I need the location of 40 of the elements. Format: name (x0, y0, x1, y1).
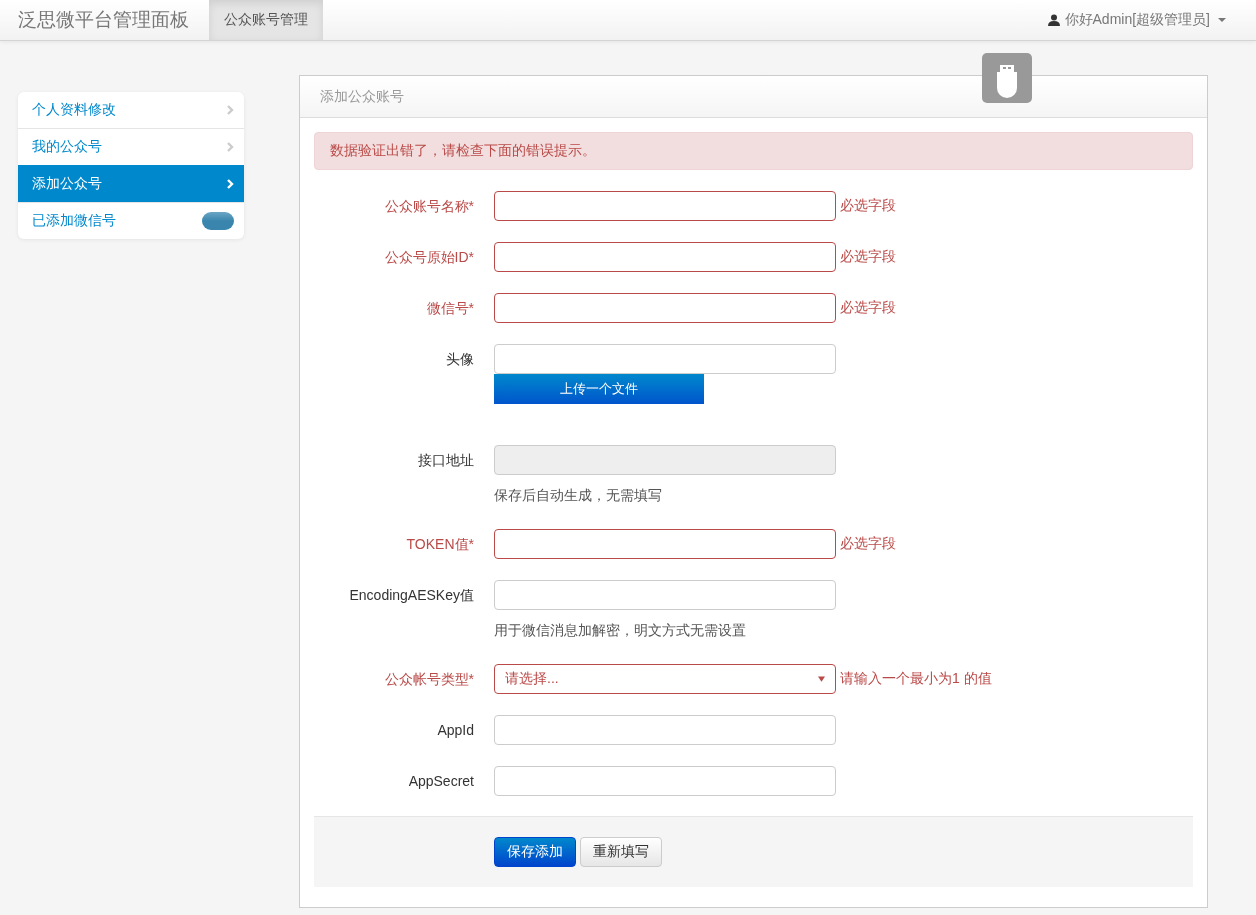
panel-title: 添加公众账号 (320, 87, 404, 106)
field-label: 公众帐号类型* (383, 670, 474, 689)
error-message: 必选字段 (840, 299, 896, 317)
brand-title[interactable]: 泛思微平台管理面板 (0, 0, 209, 40)
error-message: 必选字段 (840, 197, 896, 215)
chevron-right-icon (227, 179, 234, 189)
field-label: 公众账号名称* (383, 197, 474, 216)
error-message: 请输入一个最小为1 的值 (840, 670, 992, 688)
input-field[interactable] (494, 191, 836, 221)
user-menu[interactable]: 你好Admin[超级管理员] (1047, 0, 1256, 40)
dropdown-arrow-icon (818, 676, 825, 682)
field-label: AppId (436, 721, 474, 740)
input-field[interactable] (494, 293, 836, 323)
nav-tab[interactable]: 公众账号管理 (209, 0, 323, 40)
reset-button[interactable]: 重新填写 (580, 837, 662, 867)
error-message: 必选字段 (840, 535, 896, 553)
field-label: TOKEN值* (405, 535, 474, 554)
error-alert: 数据验证出错了，请检查下面的错误提示。 (314, 132, 1193, 170)
caret-icon (1218, 18, 1226, 22)
select-dropdown[interactable]: 请选择... (494, 664, 836, 694)
field-label: AppSecret (407, 772, 474, 791)
chevron-right-icon (227, 142, 234, 152)
help-text: 保存后自动生成，无需填写 (494, 486, 663, 505)
field-label: 公众号原始ID* (383, 248, 474, 267)
field-label: 头像 (445, 350, 474, 369)
error-message: 必选字段 (840, 248, 896, 266)
field-label: 微信号* (425, 299, 474, 318)
input-field[interactable] (494, 242, 836, 272)
save-button[interactable]: 保存添加 (494, 837, 576, 867)
field-label: EncodingAESKey值 (348, 586, 474, 605)
sidebar-item[interactable]: 个人资料修改 (18, 92, 244, 128)
user-icon (1047, 14, 1060, 26)
input-field[interactable] (494, 529, 836, 559)
field-label: 接口地址 (417, 451, 474, 470)
help-text: 用于微信消息加解密，明文方式无需设置 (494, 621, 747, 640)
sidebar-item[interactable]: 已添加微信号 (18, 202, 244, 239)
chevron-right-icon (227, 105, 234, 115)
upload-button[interactable]: 上传一个文件 (494, 374, 704, 404)
sidebar-item[interactable]: 添加公众号 (18, 165, 244, 202)
pill-badge-icon (202, 212, 234, 230)
